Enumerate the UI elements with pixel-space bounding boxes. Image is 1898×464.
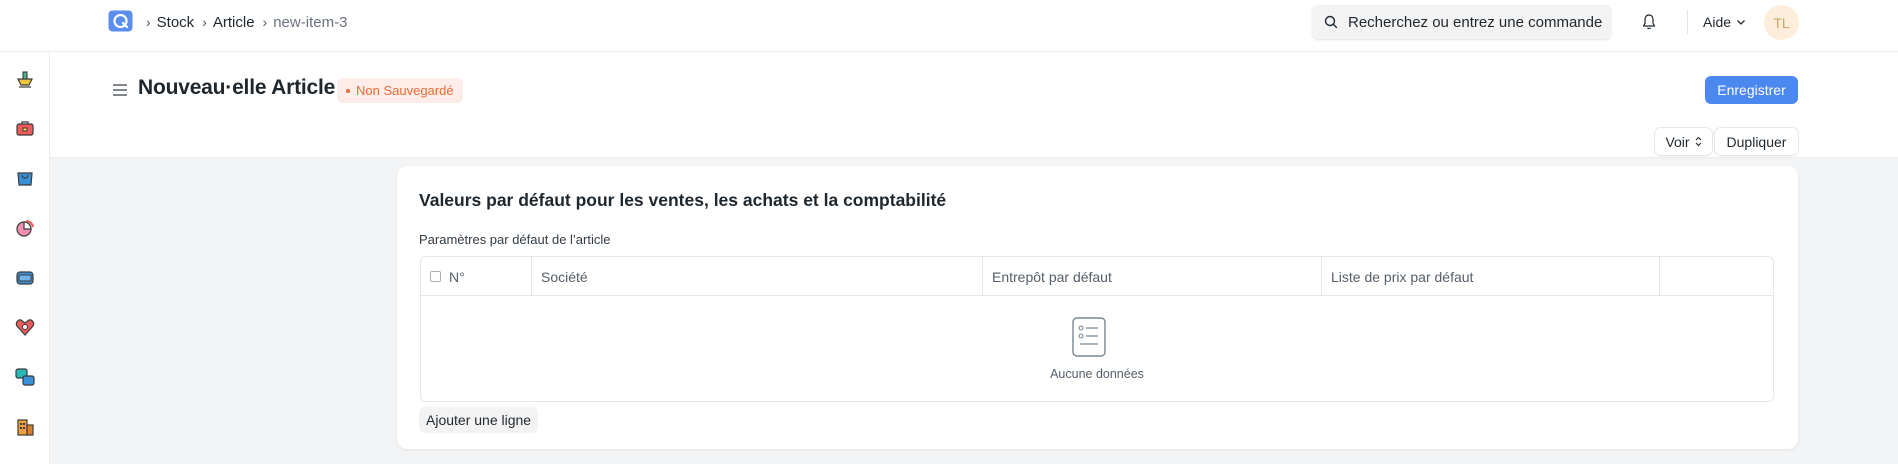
sidebar <box>0 52 50 464</box>
status-dot-icon <box>346 88 350 93</box>
sort-updown-icon <box>1695 136 1701 147</box>
navbar-divider <box>1687 10 1688 34</box>
empty-list-icon <box>1072 317 1106 357</box>
view-dropdown-button[interactable]: Voir <box>1655 128 1712 155</box>
section-title: Valeurs par défaut pour les ventes, les … <box>419 190 947 210</box>
empty-state-text: Aucune données <box>1050 367 1144 381</box>
save-button[interactable]: Enregistrer <box>1705 76 1798 104</box>
status-label: Non Sauvegardé <box>356 83 454 98</box>
wallet-icon[interactable] <box>14 267 36 289</box>
column-header-default-warehouse: Entrepôt par défaut <box>983 257 1322 296</box>
column-header-number: N° <box>421 257 532 296</box>
breadcrumb-article[interactable]: Article <box>213 14 255 31</box>
search-input[interactable]: Recherchez ou entrez une commande <box>1312 5 1611 39</box>
breadcrumb: › Stock › Article › new-item-3 <box>146 12 355 32</box>
hamburger-menu-icon[interactable] <box>112 83 128 97</box>
chevron-right-icon: › <box>146 14 151 30</box>
support-icon[interactable] <box>14 316 36 338</box>
search-icon <box>1324 15 1338 29</box>
defaults-section-card: Valeurs par défaut pour les ventes, les … <box>397 166 1798 449</box>
item-defaults-label: Paramètres par défaut de l’article <box>419 232 611 247</box>
view-label: Voir <box>1665 133 1690 150</box>
status-badge: Non Sauvegardé <box>337 78 463 103</box>
item-defaults-table: N° Société Entrepôt par défaut Liste de … <box>420 256 1774 402</box>
top-navbar: › Stock › Article › new-item-3 Recherche… <box>0 0 1898 52</box>
notification-bell-icon[interactable] <box>1641 13 1657 31</box>
table-empty-state: Aucune données <box>421 296 1773 401</box>
column-header-actions <box>1660 257 1773 296</box>
tools-icon[interactable] <box>14 117 36 139</box>
page-title: Nouveau·elle Article <box>138 76 336 99</box>
chevron-right-icon: › <box>262 14 268 30</box>
select-all-checkbox[interactable] <box>430 271 441 282</box>
search-placeholder: Recherchez ou entrez une commande <box>1348 13 1603 31</box>
avatar[interactable]: TL <box>1764 5 1799 40</box>
building-icon[interactable] <box>14 416 36 438</box>
add-row-button[interactable]: Ajouter une ligne <box>419 407 539 433</box>
app-logo-icon[interactable] <box>108 10 133 32</box>
duplicate-button[interactable]: Dupliquer <box>1715 128 1798 155</box>
column-label-number: N° <box>449 268 465 285</box>
selling-icon[interactable] <box>14 167 36 189</box>
help-label: Aide <box>1703 14 1732 30</box>
page-header: Nouveau·elle Article Non Sauvegardé Enre… <box>50 52 1898 158</box>
column-header-company: Société <box>532 257 983 296</box>
breadcrumb-stock[interactable]: Stock <box>157 14 195 31</box>
breadcrumb-current: new-item-3 <box>273 13 348 31</box>
chart-icon[interactable] <box>14 217 36 239</box>
column-header-default-price-list: Liste de prix par défaut <box>1322 257 1660 296</box>
integrations-icon[interactable] <box>14 366 36 388</box>
chevron-right-icon: › <box>202 14 207 30</box>
stock-icon[interactable] <box>14 68 36 90</box>
chevron-down-icon <box>1737 19 1745 25</box>
help-dropdown[interactable]: Aide <box>1703 12 1746 32</box>
table-header-row: N° Société Entrepôt par défaut Liste de … <box>421 257 1773 296</box>
